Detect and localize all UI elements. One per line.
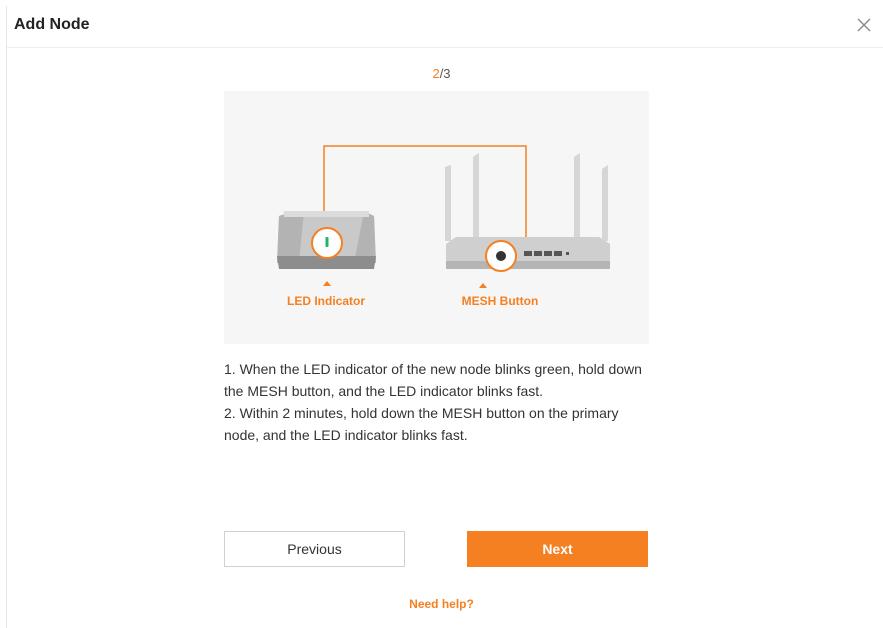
previous-button[interactable]: Previous <box>224 531 405 567</box>
instruction-step-1: 1. When the LED indicator of the new nod… <box>224 361 642 399</box>
mesh-illustration: LED Indicator MESH Button <box>224 91 649 344</box>
close-icon[interactable] <box>853 14 875 36</box>
dialog-title: Add Node <box>14 16 90 33</box>
next-button[interactable]: Next <box>467 531 648 567</box>
mesh-button-label: MESH Button <box>462 294 539 308</box>
step-total: /3 <box>439 66 451 81</box>
led-pointer-icon <box>323 281 331 286</box>
need-help-link[interactable]: Need help? <box>0 597 883 611</box>
led-indicator-label: LED Indicator <box>287 294 365 308</box>
led-indicator-icon <box>311 227 343 259</box>
instructions: 1. When the LED indicator of the new nod… <box>224 358 644 446</box>
step-indicator: 2/3 <box>0 66 883 81</box>
step-current: 2 <box>432 66 440 81</box>
primary-router-device <box>445 153 610 269</box>
mesh-button-icon <box>485 240 517 272</box>
mesh-diagram: LED Indicator MESH Button <box>277 145 610 308</box>
mesh-pointer-icon <box>479 283 487 288</box>
dialog-header: Add Node <box>7 6 883 48</box>
instruction-step-2: 2. Within 2 minutes, hold down the MESH … <box>224 405 619 443</box>
